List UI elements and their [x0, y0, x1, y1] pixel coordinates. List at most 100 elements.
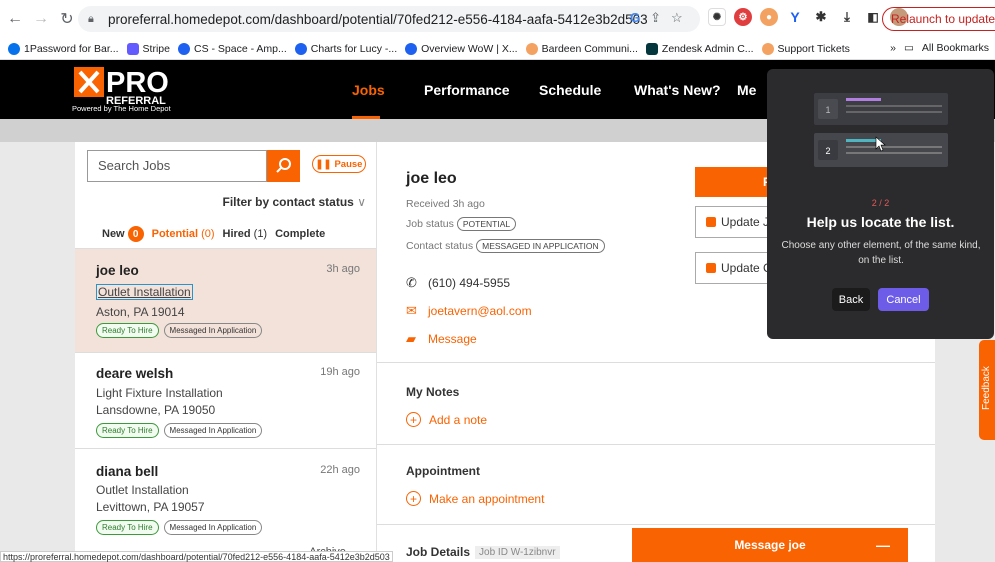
mail-icon: ✉	[406, 303, 417, 318]
pause-label: Pause	[334, 158, 363, 170]
powered-by: Powered by The Home Depot	[72, 104, 171, 113]
relaunch-label: Relaunch to update	[891, 12, 995, 26]
relaunch-button[interactable]: Relaunch to update ⋮	[882, 7, 995, 31]
job-card[interactable]: joe leo 3h ago Outlet Installation Aston…	[75, 248, 376, 352]
tab-hired[interactable]: Hired (1)	[223, 228, 268, 240]
status-tabs: New 0 Potential (0) Hired (1) Complete	[102, 226, 333, 242]
feedback-tab[interactable]: Feedback	[979, 340, 995, 440]
reload-icon[interactable]: ↻	[56, 8, 78, 30]
address-bar[interactable]: 🔒︎ proreferral.homedepot.com/dashboard/p…	[78, 6, 700, 32]
status-badge: Messaged In Application	[163, 423, 263, 438]
nav-whats-new[interactable]: What's New?	[634, 82, 721, 98]
card-time: 3h ago	[326, 263, 360, 275]
minimize-icon[interactable]: —	[876, 537, 890, 553]
folder-icon: ▭	[903, 42, 914, 54]
nav-performance[interactable]: Performance	[424, 82, 510, 98]
nav-me[interactable]: Me	[737, 82, 756, 98]
contact-card-icon	[706, 263, 716, 273]
nav-schedule[interactable]: Schedule	[539, 82, 601, 98]
extension-icon-4[interactable]: Y	[786, 8, 804, 26]
bookmark-item[interactable]: Bardeen Communi...	[525, 42, 638, 55]
forward-arrow-icon[interactable]: →	[30, 8, 52, 30]
search-button[interactable]	[267, 150, 300, 182]
status-badge: Ready To Hire	[96, 323, 159, 338]
bookmark-item[interactable]: Charts for Lucy -...	[294, 42, 397, 55]
message-bar-label: Message joe	[734, 538, 806, 552]
nav-jobs[interactable]: Jobs	[352, 82, 385, 98]
tab-label: Complete	[275, 228, 326, 240]
job-status-pill: POTENTIAL	[456, 217, 517, 231]
onboarding-popover: 1 2 2 / 2 Help us locate the list. Choos…	[767, 69, 994, 339]
bookmark-item[interactable]: Support Tickets	[761, 42, 850, 55]
browser-toolbar: ← → ↻ 🔒︎ proreferral.homedepot.com/dashb…	[0, 0, 995, 38]
tab-complete[interactable]: Complete	[275, 228, 325, 240]
appointment-heading: Appointment	[406, 464, 480, 478]
extension-icon-2[interactable]: ⚙	[734, 8, 752, 26]
back-button[interactable]: Back	[832, 288, 870, 311]
sidebar-icon[interactable]: ◧	[864, 8, 882, 26]
bookmark-star-icon[interactable]: ☆	[671, 10, 683, 26]
search-input[interactable]: Search Jobs	[87, 150, 267, 182]
job-card[interactable]: deare welsh 19h ago Light Fixture Instal…	[75, 352, 376, 448]
tab-new[interactable]: New 0	[102, 226, 144, 242]
popover-title: Help us locate the list.	[806, 214, 955, 230]
filter-dropdown[interactable]: Filter by contact status ∨	[222, 195, 366, 209]
tab-label: Potential	[151, 228, 199, 240]
divider	[377, 524, 935, 525]
extension-icon-1[interactable]: ✺	[708, 8, 726, 26]
status-badge: Messaged In Application	[163, 520, 263, 535]
all-bookmarks[interactable]: All Bookmarks	[922, 42, 989, 54]
bookmarks-overflow[interactable]: »	[890, 42, 896, 54]
message-link[interactable]: ▰ Message	[406, 331, 477, 347]
bookmark-item[interactable]: 1Password for Bar...	[8, 42, 119, 55]
email-link[interactable]: ✉ joetavern@aol.com	[406, 303, 532, 319]
update-contact-label: Update C	[721, 261, 772, 275]
card-badges: Ready To Hire Messaged In Application	[96, 520, 263, 535]
bookmark-item[interactable]: Overview WoW | X...	[405, 42, 518, 55]
puzzle-icon[interactable]: ✱	[812, 8, 830, 26]
step-indicator: 2 / 2	[871, 198, 890, 208]
tab-potential[interactable]: Potential (0)	[152, 228, 215, 240]
bookmark-label: Support Tickets	[777, 42, 850, 55]
bookmark-label: Bardeen Communi...	[541, 42, 638, 55]
cancel-button[interactable]: Cancel	[878, 288, 929, 311]
phone-row[interactable]: ✆ (610) 494-5955	[406, 275, 510, 291]
chevron-down-icon: ∨	[357, 195, 366, 209]
download-icon[interactable]: ⤓	[838, 8, 856, 26]
card-badges: Ready To Hire Messaged In Application	[96, 323, 263, 338]
message-customer-bar[interactable]: Message joe —	[632, 528, 908, 562]
job-status-row: Job status POTENTIAL	[406, 217, 517, 231]
share-icon[interactable]: ⇪	[650, 10, 661, 26]
bookmark-favicon	[645, 42, 658, 55]
lock-icon: 🔒︎	[88, 12, 94, 25]
tab-label: New	[102, 228, 125, 240]
card-name: diana bell	[96, 464, 159, 479]
pause-button[interactable]: ❚❚ Pause	[312, 155, 366, 173]
filter-label: Filter by contact status	[222, 195, 354, 209]
contact-status-row: Contact status MESSAGED IN APPLICATION	[406, 239, 605, 253]
job-card[interactable]: diana bell 22h ago Outlet Installation L…	[75, 448, 376, 562]
card-location: Lansdowne, PA 19050	[96, 403, 216, 417]
bookmark-item[interactable]: CS - Space - Amp...	[177, 42, 287, 55]
back-arrow-icon[interactable]: ←	[4, 8, 26, 30]
notes-heading: My Notes	[406, 385, 460, 399]
job-id: Job ID W-1zibnvr	[475, 545, 560, 559]
card-location: Levittown, PA 19057	[96, 500, 205, 514]
bookmark-favicon	[126, 42, 139, 55]
bookmark-label: Zendesk Admin C...	[661, 42, 754, 55]
card-name: deare welsh	[96, 366, 174, 381]
bookmark-item[interactable]: Stripe	[126, 42, 170, 55]
bookmark-item[interactable]: Zendesk Admin C...	[645, 42, 754, 55]
tab-count-badge: 0	[127, 226, 144, 242]
status-badge: Ready To Hire	[96, 423, 159, 438]
make-appointment-button[interactable]: + Make an appointment	[406, 491, 544, 506]
make-appointment-label: Make an appointment	[429, 491, 545, 506]
add-note-button[interactable]: + Add a note	[406, 412, 487, 427]
card-location: Aston, PA 19014	[96, 305, 185, 319]
bookmark-favicon	[8, 42, 20, 55]
extension-icon-3[interactable]: ●	[760, 8, 778, 26]
google-lens-icon[interactable]: G	[630, 10, 640, 26]
update-job-label: Update J	[721, 215, 770, 229]
card-service[interactable]: Outlet Installation	[96, 284, 193, 300]
email-address: joetavern@aol.com	[428, 304, 532, 318]
